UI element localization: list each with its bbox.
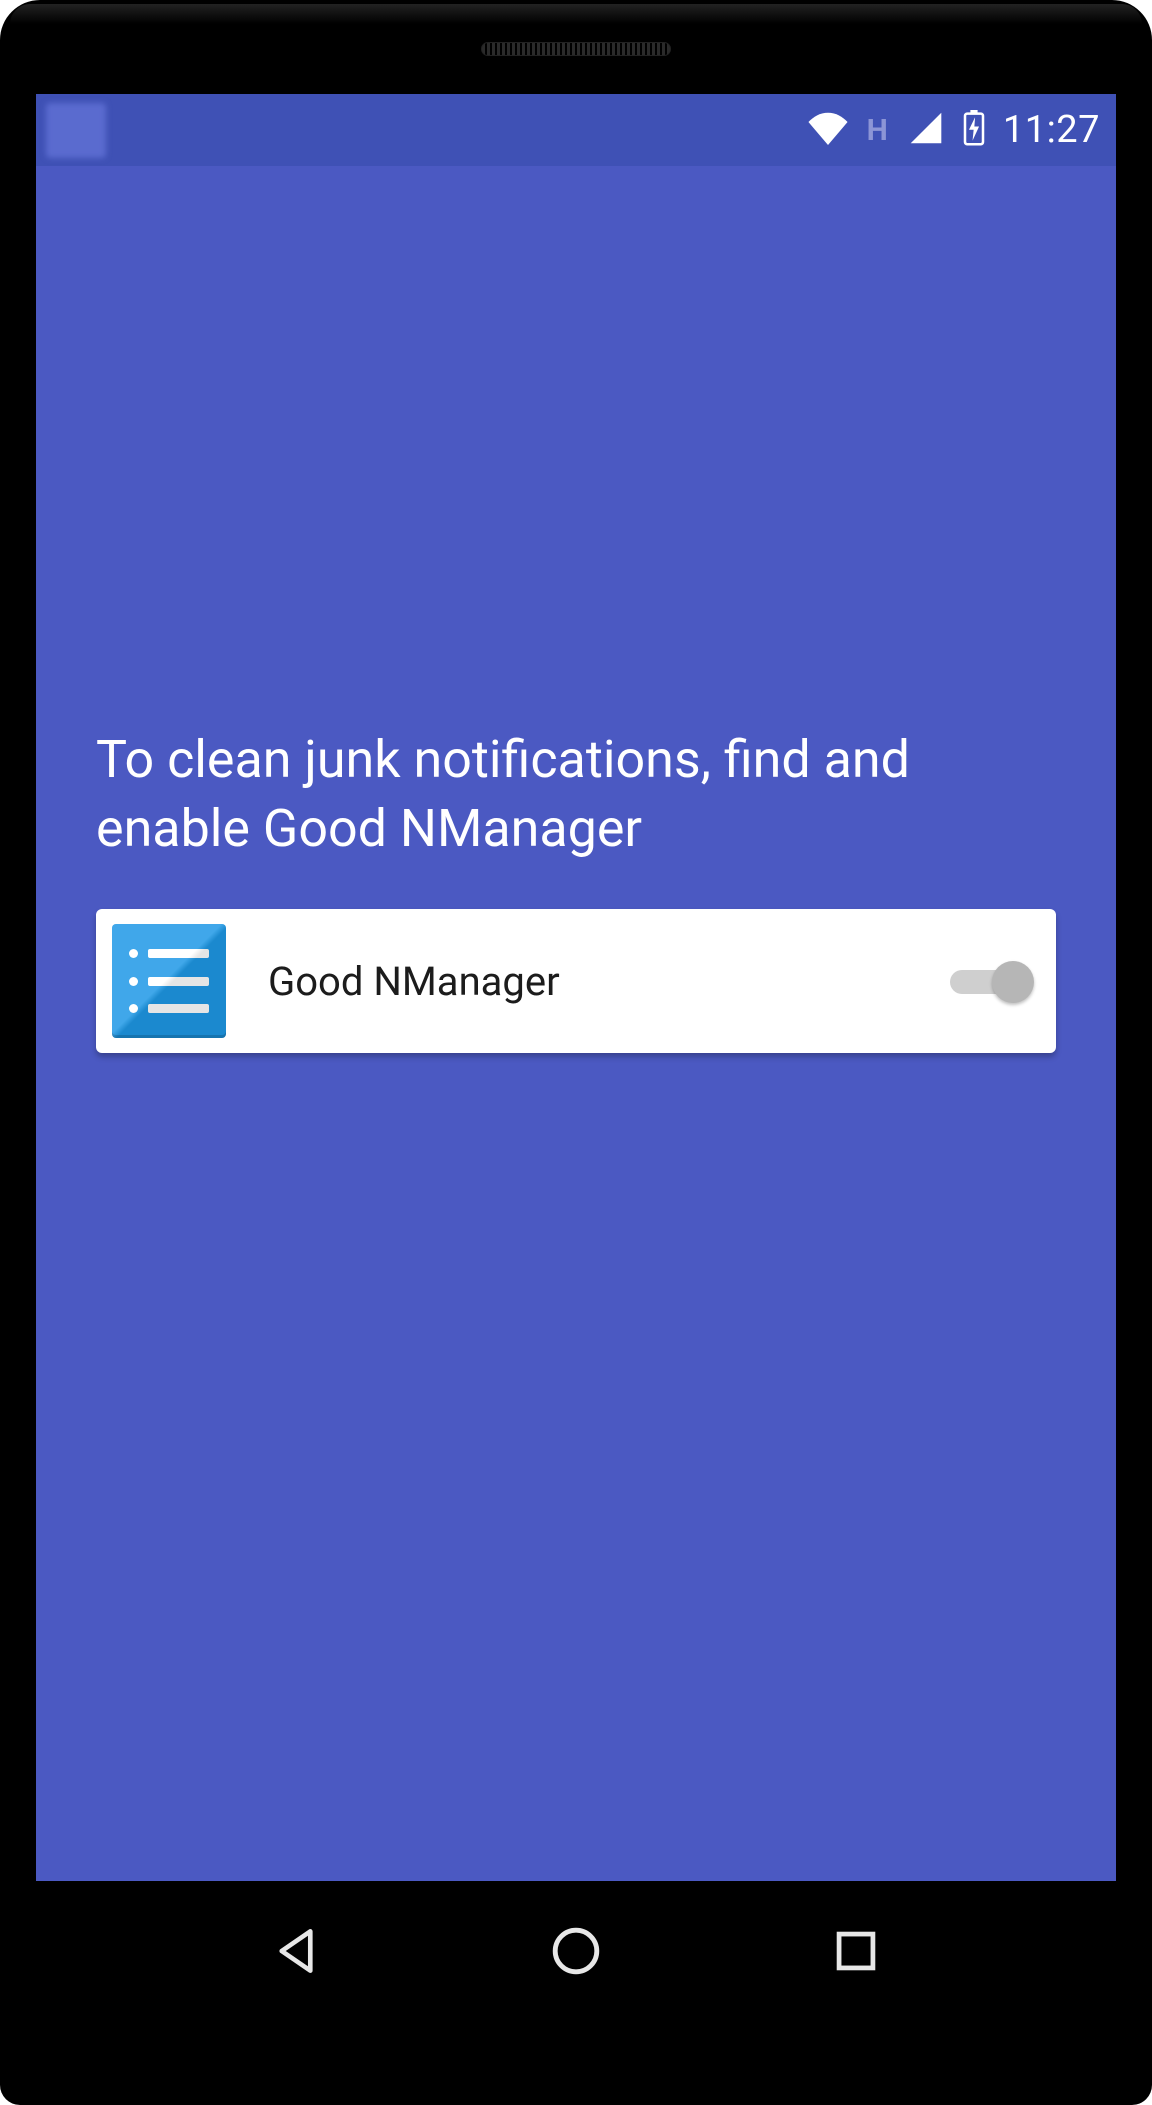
status-bar[interactable]: H 11:27 (36, 94, 1116, 166)
frame-bottom-edge (10, 2055, 1142, 2105)
network-type-label: H (867, 113, 889, 148)
enable-toggle[interactable] (950, 961, 1034, 1001)
app-list-icon (112, 924, 226, 1038)
app-name-label: Good NManager (268, 958, 950, 1005)
speaker-grille (481, 42, 671, 56)
status-notification-blob (46, 103, 106, 158)
back-button[interactable] (266, 1921, 326, 1981)
home-button[interactable] (546, 1921, 606, 1981)
list-icon (129, 949, 209, 1013)
content-area: To clean junk notifications, find and en… (36, 726, 1116, 1881)
frame-top-edge (10, 4, 1142, 24)
navigation-bar (36, 1881, 1116, 2021)
app-permission-card[interactable]: Good NManager (96, 909, 1056, 1053)
recents-button[interactable] (826, 1921, 886, 1981)
cellular-signal-icon (907, 111, 945, 149)
status-icons: H 11:27 (807, 108, 1100, 152)
device-frame: H 11:27 To clean junk notifications, fin… (0, 0, 1152, 2105)
battery-charging-icon (963, 110, 985, 150)
screen: H 11:27 To clean junk notifications, fin… (36, 94, 1116, 1881)
wifi-icon (807, 111, 849, 149)
instruction-text: To clean junk notifications, find and en… (96, 726, 1056, 863)
status-clock: 11:27 (1003, 108, 1100, 152)
